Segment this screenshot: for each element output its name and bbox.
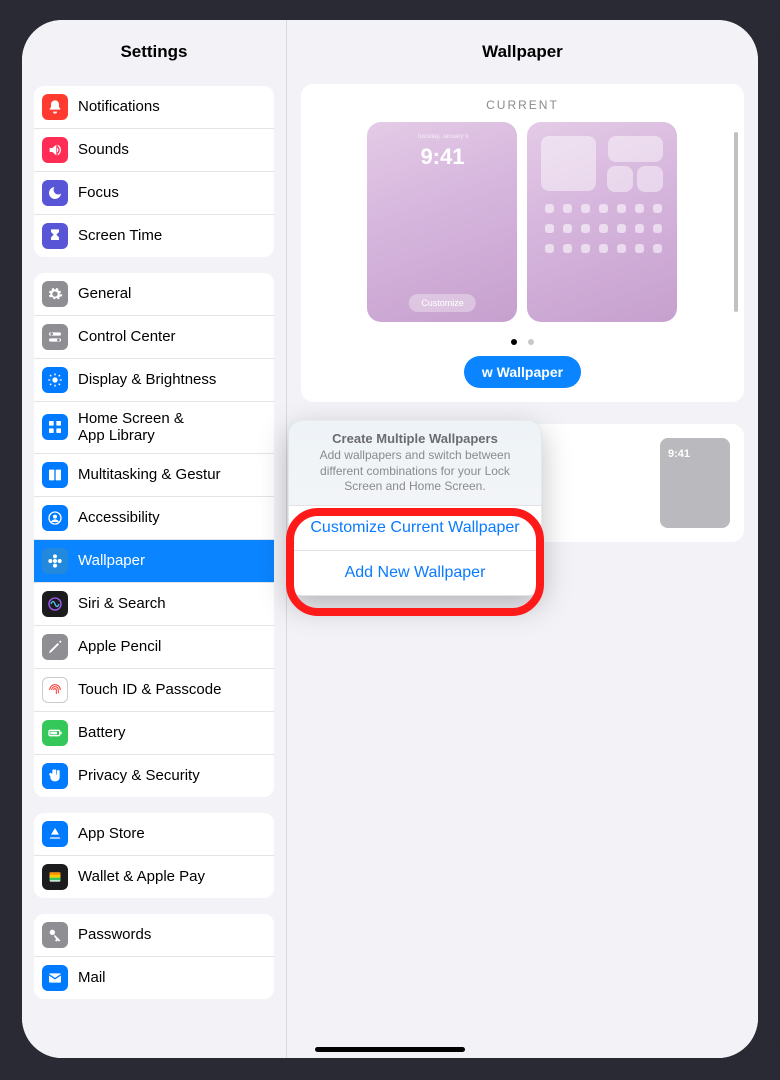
sidebar-item-label: Wallet & Apple Pay	[78, 868, 205, 885]
home-widget-grid	[537, 132, 667, 312]
person-icon	[42, 505, 68, 531]
sidebar-item-label: App Library	[78, 427, 184, 444]
sidebar-item-sounds[interactable]: Sounds	[34, 129, 274, 172]
detail-title: Wallpaper	[287, 20, 758, 76]
sidebar-item-label: Notifications	[78, 98, 160, 115]
lock-date: Tuesday, January 9	[367, 134, 517, 140]
grid-icon	[42, 414, 68, 440]
add-new-wallpaper-action[interactable]: Add New Wallpaper	[289, 550, 541, 595]
sidebar-title: Settings	[22, 20, 286, 76]
sidebar-item-passwords[interactable]: Passwords	[34, 914, 274, 957]
sidebar-item-label: Home Screen &	[78, 410, 184, 427]
sidebar-item-label: Focus	[78, 184, 119, 201]
sidebar-item-mail[interactable]: Mail	[34, 957, 274, 999]
wallpaper-previews: Tuesday, January 9 9:41 Customize	[315, 122, 730, 322]
gear-icon	[42, 281, 68, 307]
home-screen-preview[interactable]	[527, 122, 677, 322]
fingerprint-icon	[42, 677, 68, 703]
pager-dot-2[interactable]	[528, 339, 534, 345]
sidebar-item-label: Screen Time	[78, 227, 162, 244]
wallpaper-pager[interactable]	[315, 332, 730, 350]
moon-icon	[42, 180, 68, 206]
sidebar-item-pencil[interactable]: Apple Pencil	[34, 626, 274, 669]
sidebar-item-screentime[interactable]: Screen Time	[34, 215, 274, 257]
sidebar-item-homescreen[interactable]: Home Screen &App Library	[34, 402, 274, 454]
sidebar-item-appstore[interactable]: App Store	[34, 813, 274, 856]
sidebar-item-label: Mail	[78, 969, 106, 986]
sun-icon	[42, 367, 68, 393]
sidebar-item-label: App Store	[78, 825, 145, 842]
sidebar-item-label: Touch ID & Passcode	[78, 681, 221, 698]
sidebar-item-label: General	[78, 285, 131, 302]
sidebar-item-label: Siri & Search	[78, 595, 166, 612]
key-icon	[42, 922, 68, 948]
current-header: CURRENT	[315, 98, 730, 112]
sidebar-item-battery[interactable]: Battery	[34, 712, 274, 755]
mini-preview: 9:41	[660, 438, 730, 528]
popover-description: Add wallpapers and switch between differ…	[289, 448, 541, 505]
hourglass-icon	[42, 223, 68, 249]
pencil-icon	[42, 634, 68, 660]
sidebar-item-label: Accessibility	[78, 509, 160, 526]
sidebar-list[interactable]: Notifications Sounds Focus Screen Time Gener…	[22, 76, 286, 1058]
sidebar-item-privacy[interactable]: Privacy & Security	[34, 755, 274, 797]
sidebar-item-label: Multitasking & Gestur	[78, 466, 221, 483]
sidebar-item-focus[interactable]: Focus	[34, 172, 274, 215]
bell-icon	[42, 94, 68, 120]
hand-icon	[42, 763, 68, 789]
sidebar-item-label: Control Center	[78, 328, 176, 345]
sidebar-item-label: Battery	[78, 724, 126, 741]
create-wallpapers-popover: Create Multiple Wallpapers Add wallpaper…	[288, 420, 542, 596]
sidebar-item-wallpaper[interactable]: Wallpaper	[34, 540, 274, 583]
customize-current-wallpaper-action[interactable]: Customize Current Wallpaper	[289, 505, 541, 550]
home-indicator[interactable]	[315, 1047, 465, 1052]
lock-screen-preview[interactable]: Tuesday, January 9 9:41 Customize	[367, 122, 517, 322]
sidebar-item-label: Apple Pencil	[78, 638, 161, 655]
sidebar-group: App Store Wallet & Apple Pay	[34, 813, 274, 898]
flower-icon	[42, 548, 68, 574]
appstore-icon	[42, 821, 68, 847]
sidebar-group: Passwords Mail	[34, 914, 274, 999]
add-new-wallpaper-button[interactable]: w Wallpaper	[464, 356, 581, 388]
switches-icon	[42, 324, 68, 350]
sidebar-group: General Control Center Display & Brightnes…	[34, 273, 274, 797]
sidebar-item-label: Display & Brightness	[78, 371, 216, 388]
sidebar-item-label: Privacy & Security	[78, 767, 200, 784]
speaker-icon	[42, 137, 68, 163]
panes-icon	[42, 462, 68, 488]
screen: Settings Notifications Sounds Focus Screen …	[22, 20, 758, 1058]
sidebar-item-label: Sounds	[78, 141, 129, 158]
battery-icon	[42, 720, 68, 746]
popover-title: Create Multiple Wallpapers	[289, 421, 541, 448]
settings-sidebar: Settings Notifications Sounds Focus Screen …	[22, 20, 287, 1058]
mail-icon	[42, 965, 68, 991]
sidebar-item-general[interactable]: General	[34, 273, 274, 316]
mini-preview-time: 9:41	[668, 448, 690, 460]
sidebar-item-label: Passwords	[78, 926, 151, 943]
preview-scrollbar[interactable]	[734, 132, 738, 312]
sidebar-item-notifications[interactable]: Notifications	[34, 86, 274, 129]
sidebar-item-label: Wallpaper	[78, 552, 145, 569]
customize-lock-button[interactable]: Customize	[409, 294, 476, 312]
sidebar-item-multitask[interactable]: Multitasking & Gestur	[34, 454, 274, 497]
siri-icon	[42, 591, 68, 617]
sidebar-item-siri[interactable]: Siri & Search	[34, 583, 274, 626]
wallet-icon	[42, 864, 68, 890]
sidebar-item-accessibility[interactable]: Accessibility	[34, 497, 274, 540]
sidebar-item-display[interactable]: Display & Brightness	[34, 359, 274, 402]
sidebar-item-touchid[interactable]: Touch ID & Passcode	[34, 669, 274, 712]
sidebar-item-controlcenter[interactable]: Control Center	[34, 316, 274, 359]
current-wallpaper-card: CURRENT Tuesday, January 9 9:41 Customiz…	[301, 84, 744, 402]
sidebar-group: Notifications Sounds Focus Screen Time	[34, 86, 274, 257]
sidebar-item-wallet[interactable]: Wallet & Apple Pay	[34, 856, 274, 898]
pager-dot-1[interactable]	[511, 339, 517, 345]
lock-time: 9:41	[367, 144, 517, 170]
